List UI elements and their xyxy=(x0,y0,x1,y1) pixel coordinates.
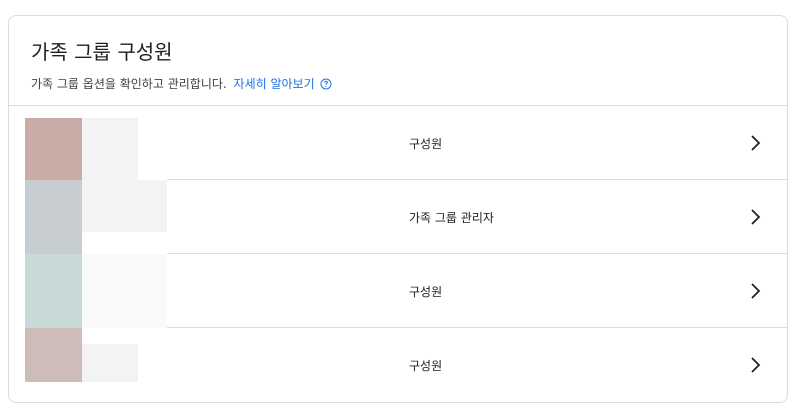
learn-more-link[interactable]: 자세히 알아보기 xyxy=(234,77,315,91)
card-header: 가족 그룹 구성원 가족 그룹 옵션을 확인하고 관리합니다. 자세히 알아보기 xyxy=(9,16,787,105)
member-name-redacted xyxy=(82,344,138,382)
avatar xyxy=(25,254,82,328)
chevron-right-icon xyxy=(751,283,761,299)
member-row[interactable]: 구성원 xyxy=(9,328,787,402)
avatar xyxy=(25,180,82,254)
family-group-card: 가족 그룹 구성원 가족 그룹 옵션을 확인하고 관리합니다. 자세히 알아보기… xyxy=(8,15,788,403)
page-title: 가족 그룹 구성원 xyxy=(31,40,173,64)
help-circle-icon[interactable] xyxy=(320,78,332,90)
member-role: 구성원 xyxy=(409,284,443,299)
member-role: 구성원 xyxy=(409,358,443,373)
chevron-right-icon xyxy=(751,135,761,151)
member-name-redacted xyxy=(82,118,138,180)
avatar xyxy=(25,328,82,382)
member-row[interactable]: 구성원 xyxy=(9,254,787,328)
member-row[interactable]: 가족 그룹 관리자 xyxy=(9,180,787,254)
avatar xyxy=(25,118,82,180)
chevron-right-icon xyxy=(751,209,761,225)
subtitle: 가족 그룹 옵션을 확인하고 관리합니다. 자세히 알아보기 xyxy=(31,75,765,93)
chevron-right-icon xyxy=(751,357,761,373)
member-name-redacted xyxy=(82,180,167,232)
member-role: 가족 그룹 관리자 xyxy=(409,210,494,225)
member-name-redacted xyxy=(82,254,167,328)
member-list: 구성원 가족 그룹 관리자 구성원 구성원 xyxy=(9,106,787,402)
member-row[interactable]: 구성원 xyxy=(9,106,787,180)
member-role: 구성원 xyxy=(409,136,443,151)
subtitle-text: 가족 그룹 옵션을 확인하고 관리합니다. xyxy=(31,77,227,91)
